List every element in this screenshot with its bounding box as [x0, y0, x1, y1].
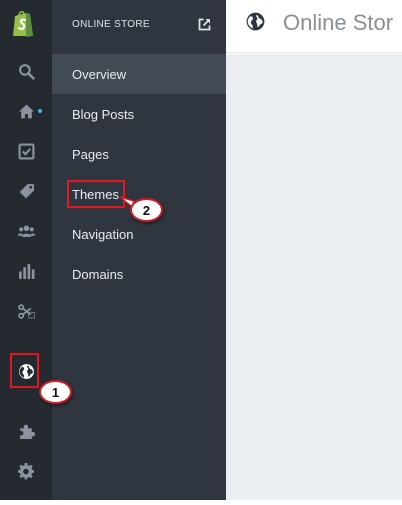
home-icon: [18, 104, 34, 118]
discounts-scissors-icon: [17, 303, 35, 319]
rail-apps-button[interactable]: [0, 413, 52, 449]
globe-icon: [246, 12, 265, 31]
step-badge-1: 1: [39, 380, 72, 404]
highlight-box-themes: [67, 180, 125, 208]
highlight-box-online-store: [10, 353, 39, 388]
page-title: Online Stor: [283, 10, 394, 35]
sidebar-item-domains[interactable]: Domains: [52, 254, 226, 294]
sidebar-item-label: Overview: [72, 67, 127, 82]
gear-icon: [17, 462, 34, 479]
external-link-icon[interactable]: [198, 18, 211, 31]
sidebar-item-label: Domains: [72, 267, 124, 282]
sidebar-item-overview[interactable]: Overview: [52, 54, 226, 94]
sidebar-item-pages[interactable]: Pages: [52, 134, 226, 174]
page-header: Online Stor: [226, 0, 402, 53]
orders-checkbox-icon: [18, 143, 34, 159]
search-icon: [18, 63, 35, 80]
customers-icon: [17, 225, 35, 237]
rail-settings-button[interactable]: [0, 453, 52, 489]
notification-dot: [38, 109, 42, 113]
rail-orders-button[interactable]: [0, 133, 52, 169]
rail-search-button[interactable]: [0, 53, 52, 89]
main-content: [226, 54, 402, 500]
rail-products-button[interactable]: [0, 173, 52, 209]
reports-bar-chart-icon: [18, 263, 34, 279]
puzzle-icon: [19, 424, 35, 439]
rail-discounts-button[interactable]: [0, 293, 52, 329]
step-badge-2: 2: [130, 198, 163, 222]
sidebar-item-label: Navigation: [72, 227, 134, 242]
sidebar-header: ONLINE STORE: [52, 0, 226, 52]
tag-icon: [19, 183, 34, 198]
sidebar-item-blog-posts[interactable]: Blog Posts: [52, 94, 226, 134]
shopify-logo-icon[interactable]: [11, 9, 35, 38]
rail-reports-button[interactable]: [0, 253, 52, 289]
rail-home-button[interactable]: [0, 93, 52, 129]
sidebar-item-label: Blog Posts: [72, 107, 135, 122]
sidebar-title: ONLINE STORE: [72, 19, 150, 30]
rail-customers-button[interactable]: [0, 213, 52, 249]
icon-rail: [0, 0, 52, 500]
online-store-sidebar: ONLINE STORE Overview Blog Posts Pages T…: [52, 0, 226, 500]
sidebar-item-label: Pages: [72, 147, 109, 162]
